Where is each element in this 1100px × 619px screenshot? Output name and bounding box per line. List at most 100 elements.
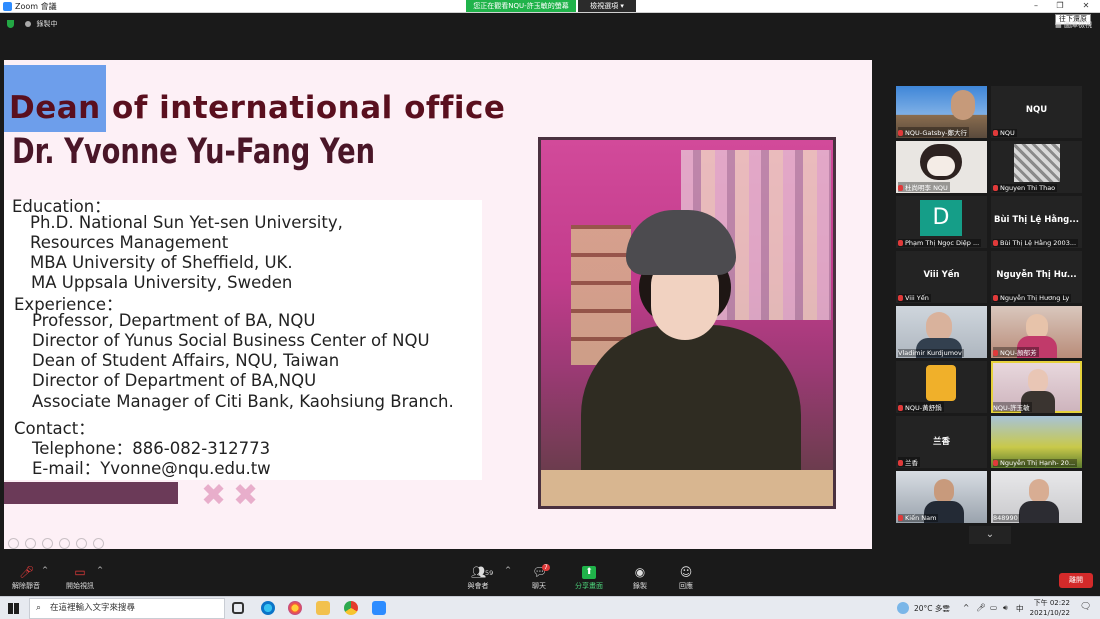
muted-mic-icon xyxy=(898,240,903,246)
participant-name-text: NQU-Gatsby-鄭大行 xyxy=(905,129,967,137)
task-view-icon[interactable] xyxy=(232,602,244,614)
bio-line: Resources Management xyxy=(30,233,229,252)
participant-tile[interactable]: 兰香 兰香 xyxy=(896,416,987,468)
participant-name: Kiến Nam xyxy=(898,514,939,522)
participant-tile[interactable]: Nguyễn Thị Hạnh- 20... xyxy=(991,416,1082,468)
participant-name-text: NQU-黃舒鍋 xyxy=(905,404,942,412)
reactions-label: 回應 xyxy=(679,582,693,590)
participant-name-text: Phạm Thị Ngọc Diệp ... xyxy=(905,239,980,247)
windows-start-icon[interactable] xyxy=(8,603,19,614)
participant-tile[interactable]: Nguyen Thi Thao xyxy=(991,141,1082,193)
muted-mic-icon xyxy=(993,295,998,301)
notification-icon[interactable]: 🗨︎ xyxy=(1080,602,1091,612)
participant-display-name: 兰香 xyxy=(932,437,950,447)
pen-icon[interactable] xyxy=(42,538,53,549)
record-button[interactable]: ◉ 錄製 xyxy=(617,566,663,591)
gallery-next-page-button[interactable]: ⌄ xyxy=(969,526,1011,544)
window-title: Zoom 會議 xyxy=(15,2,57,11)
next-slide-icon[interactable] xyxy=(25,538,36,549)
muted-mic-icon xyxy=(993,350,998,356)
participant-tile-active-speaker[interactable]: NQU-許玉敏 xyxy=(991,361,1082,413)
zoom-taskbar-icon[interactable] xyxy=(372,601,386,615)
network-icon[interactable]: ▭ xyxy=(990,603,997,612)
tray-chevron-icon[interactable]: ^ xyxy=(963,603,969,612)
file-explorer-icon[interactable] xyxy=(316,601,330,615)
participants-button[interactable]: 👥︎ 59 與會者 xyxy=(455,566,501,591)
participant-tile[interactable]: NQU-Gatsby-鄭大行 xyxy=(896,86,987,138)
participants-options-chevron[interactable]: ^ xyxy=(503,566,513,574)
chevron-up-icon: ^ xyxy=(505,566,511,574)
bio-line: Director of Department of BA,NQU xyxy=(32,371,317,390)
zoom-icon[interactable] xyxy=(76,538,87,549)
participant-tile[interactable]: Bùi Thị Lệ Hằng... Bùi Thị Lệ Hằng 2003.… xyxy=(991,196,1082,248)
recording-icon xyxy=(25,21,32,27)
chat-unread-badge: 7 xyxy=(542,564,550,571)
view-options-button[interactable]: 檢視選項 ▾ xyxy=(578,0,636,12)
muted-mic-icon xyxy=(898,295,903,301)
search-placeholder: 在這裡輸入文字來搜尋 xyxy=(50,603,136,613)
muted-mic-icon xyxy=(898,460,903,466)
shield-icon[interactable] xyxy=(7,20,14,28)
muted-mic-icon xyxy=(993,130,998,136)
firefox-icon[interactable] xyxy=(288,601,302,615)
leave-button[interactable]: 離開 xyxy=(1059,573,1093,588)
input-method-icon[interactable]: 中 xyxy=(1016,603,1024,614)
participant-tile[interactable]: NQU-黃舒鍋 xyxy=(896,361,987,413)
windows-taskbar: ⌕ 在這裡輸入文字來搜尋 20°C 多雲 ^ 🎤︎ ▭ 🔊︎ 中 下午 02:2… xyxy=(0,596,1100,619)
participant-name: NQU-顏郁芳 xyxy=(993,347,1039,357)
close-icon[interactable]: ✕ xyxy=(1074,0,1098,12)
video-options-chevron[interactable]: ^ xyxy=(95,566,105,574)
bio-line: MBA University of Sheffield, UK. xyxy=(30,253,293,272)
participant-name: 杜尚明李 NQU xyxy=(898,182,950,192)
restore-icon[interactable]: ❐ xyxy=(1048,0,1072,12)
participant-name: 兰香 xyxy=(898,457,920,467)
recording-label: 錄製中 xyxy=(36,20,58,28)
muted-mic-icon xyxy=(993,240,998,246)
chrome-icon[interactable] xyxy=(344,601,358,615)
gallery-view-button[interactable]: ▦ 圖庫檢視 xyxy=(1055,20,1092,30)
participant-display-name: Nguyễn Thị Hư... xyxy=(996,270,1077,280)
muted-mic-icon xyxy=(898,130,903,136)
microphone-icon[interactable]: 🎤︎ xyxy=(976,603,986,612)
decorative-x-icon: ✖ xyxy=(233,478,259,513)
participant-tile[interactable]: 杜尚明李 NQU xyxy=(896,141,987,193)
title-bar: Zoom 會議 您正在觀看NQU-許玉敏的螢幕 檢視選項 ▾ – ❐ ✕ xyxy=(0,0,1100,13)
chevron-up-icon: ^ xyxy=(42,566,48,574)
unmute-label: 解除靜音 xyxy=(12,582,40,590)
minimize-icon[interactable]: – xyxy=(1024,0,1048,12)
participant-tile[interactable]: NQU-顏郁芳 xyxy=(991,306,1082,358)
participant-name-text: Viii Yến xyxy=(905,294,929,302)
slides-icon[interactable] xyxy=(59,538,70,549)
participant-name: NQU xyxy=(993,129,1017,137)
shared-screen[interactable]: Dean of international office Dr. Yvonne … xyxy=(4,60,872,549)
participant-tile[interactable]: Nguyễn Thị Hư... Nguyễn Thị Hương Ly xyxy=(991,251,1082,303)
record-label: 錄製 xyxy=(633,582,647,590)
participant-name: NQU-Gatsby-鄭大行 xyxy=(898,127,969,137)
portrait-photo xyxy=(538,137,836,509)
weather-text[interactable]: 20°C 多雲 xyxy=(914,603,950,614)
participant-tile[interactable]: NQU NQU xyxy=(991,86,1082,138)
slide-person-name: Dr. Yvonne Yu-Fang Yen xyxy=(12,132,376,172)
more-icon[interactable] xyxy=(93,538,104,549)
bio-line: MA Uppsala University, Sweden xyxy=(31,273,293,292)
participants-label: 與會者 xyxy=(467,582,489,590)
slide-heading: Dean of international office xyxy=(9,90,505,126)
participant-tile[interactable]: Kiến Nam xyxy=(896,471,987,523)
chat-button[interactable]: 💬︎ 7 聊天 xyxy=(516,564,562,591)
taskbar-search-box[interactable]: ⌕ 在這裡輸入文字來搜尋 xyxy=(29,598,225,619)
audio-options-chevron[interactable]: ^ xyxy=(40,566,50,574)
participant-tile[interactable]: Vladimir Kurdjumov xyxy=(896,306,987,358)
gallery-view-label: 圖庫檢視 xyxy=(1064,21,1092,29)
participant-name-text: 杜尚明李 NQU xyxy=(905,184,948,192)
participant-tile[interactable]: Viii Yến Viii Yến xyxy=(896,251,987,303)
participant-tile[interactable]: 848990 xyxy=(991,471,1082,523)
edge-browser-icon[interactable] xyxy=(261,601,275,615)
participant-name-text: 848990 xyxy=(993,514,1018,522)
reactions-button[interactable]: ☺ 回應 xyxy=(663,566,709,591)
participant-tile[interactable]: D Phạm Thị Ngọc Diệp ... xyxy=(896,196,987,248)
volume-icon[interactable]: 🔊︎ xyxy=(1003,603,1008,613)
share-screen-button[interactable]: ⬆ 分享畫面 xyxy=(566,566,612,591)
taskbar-clock[interactable]: 下午 02:22 2021/10/22 xyxy=(1024,598,1070,618)
prev-slide-icon[interactable] xyxy=(8,538,19,549)
slideshow-controls xyxy=(8,534,110,549)
